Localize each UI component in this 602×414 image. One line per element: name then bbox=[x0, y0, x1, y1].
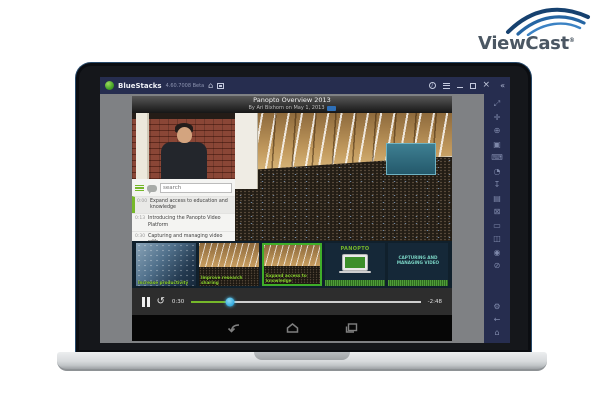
android-navbar bbox=[132, 315, 452, 341]
bluestacks-titlebar: BlueStacks 4.60.7008 Beta ⌂ i × « bbox=[100, 77, 510, 94]
grass-strip bbox=[325, 280, 385, 286]
laptop-graphic bbox=[339, 254, 371, 273]
chapter-row[interactable]: 0:30 Capturing and managing video with bbox=[132, 230, 235, 241]
settings-gear-icon[interactable]: ⚙ bbox=[493, 303, 500, 311]
bluestacks-sidebar: ⤢ ✛ ⊕ ▣ ⌨ ◔ ↧ ▤ ⊠ ▭ ◫ ◉ ⊘ ⚙ ← ⌂ bbox=[484, 94, 510, 343]
projection-screen bbox=[235, 113, 258, 189]
home-icon[interactable]: ⌂ bbox=[208, 81, 213, 90]
laptop-display: BlueStacks 4.60.7008 Beta ⌂ i × « Panopt… bbox=[100, 77, 510, 343]
chapter-row[interactable]: 0:00 Expand access to education and know… bbox=[132, 196, 235, 214]
thumbnail[interactable]: CAPTURING AND MANAGING VIDEO bbox=[388, 243, 448, 286]
thumbnail-selected[interactable]: Expand access to knowledge bbox=[262, 243, 322, 286]
keymap-icon[interactable]: ▤ bbox=[493, 194, 501, 203]
playback-bar: ↺ 0:30 -2:48 bbox=[132, 288, 452, 315]
panel-toolbar bbox=[132, 179, 235, 196]
main-slide-video[interactable] bbox=[235, 113, 452, 241]
bluestacks-app-name: BlueStacks bbox=[118, 81, 162, 90]
panopto-logo-text: PANOPTO bbox=[340, 246, 370, 252]
laptop-screen-bezel: BlueStacks 4.60.7008 Beta ⌂ i × « Panopt… bbox=[75, 62, 532, 353]
thumbnail-caption: Increase productivity bbox=[138, 279, 189, 285]
thumbnail[interactable]: Improve research sharing bbox=[199, 243, 259, 286]
chapter-label: Introducing the Panopto Video Platform bbox=[148, 216, 221, 228]
fullscreen-icon[interactable]: ⤢ bbox=[494, 100, 500, 108]
sidebar-bottom-group: ⚙ ← ⌂ bbox=[493, 303, 500, 337]
keyboard-icon[interactable]: ⌨ bbox=[491, 154, 503, 162]
pause-button[interactable] bbox=[142, 296, 150, 307]
close-button[interactable]: × bbox=[483, 81, 491, 90]
shake-icon[interactable]: ⊠ bbox=[494, 208, 501, 216]
seek-bar-fill bbox=[191, 300, 231, 303]
presenter-head bbox=[177, 127, 192, 143]
android-home-button[interactable] bbox=[285, 322, 300, 334]
left-column: 0:00 Expand access to education and know… bbox=[132, 113, 235, 241]
help-icon[interactable]: i bbox=[428, 82, 436, 89]
thumbnail[interactable]: Increase productivity bbox=[136, 243, 196, 286]
elapsed-time: 0:30 bbox=[171, 298, 185, 305]
window-controls: i × « bbox=[428, 81, 505, 90]
menu-icon[interactable] bbox=[442, 82, 450, 89]
presenter-doorframe bbox=[136, 113, 149, 179]
grass-strip bbox=[388, 280, 448, 286]
thumb-ceiling bbox=[199, 243, 259, 267]
zoom-icon[interactable]: ⊕ bbox=[494, 127, 501, 135]
presenter-video[interactable] bbox=[132, 113, 235, 179]
thumbnail-strip: Increase productivity Improve research s… bbox=[132, 241, 452, 288]
video-header: Panopto Overview 2013 By Ari Bixhorn on … bbox=[132, 96, 452, 113]
chapter-time: 0:00 bbox=[137, 199, 148, 204]
collapse-sidebar-icon[interactable]: « bbox=[500, 81, 505, 90]
minimize-button[interactable] bbox=[456, 86, 463, 89]
video-title: Panopto Overview 2013 bbox=[253, 96, 331, 104]
back-arrow-icon[interactable]: ← bbox=[494, 316, 501, 324]
bluestacks-version: 4.60.7008 Beta bbox=[165, 82, 205, 89]
remaining-time: -2:48 bbox=[427, 298, 442, 305]
record-icon[interactable]: ◉ bbox=[494, 248, 501, 257]
thumbnail-caption: Improve research sharing bbox=[201, 274, 243, 285]
maximize-button[interactable] bbox=[469, 82, 476, 89]
seek-bar[interactable] bbox=[191, 297, 421, 306]
presenter-torso bbox=[161, 142, 207, 179]
android-home-icon[interactable]: ⌂ bbox=[494, 329, 499, 337]
android-recents-button[interactable] bbox=[344, 322, 359, 334]
game-controls-icon[interactable]: ✛ bbox=[494, 113, 501, 122]
bluestacks-content-area: Panopto Overview 2013 By Ari Bixhorn on … bbox=[100, 94, 484, 343]
player-main-area: 0:00 Expand access to education and know… bbox=[132, 113, 452, 241]
viewcast-logo: ViewCast® bbox=[476, 4, 598, 56]
laptop-base bbox=[57, 352, 547, 371]
display-screen bbox=[386, 143, 436, 175]
thumb-ceiling bbox=[264, 245, 320, 267]
bluestacks-logo-icon bbox=[105, 81, 114, 90]
chapters-panel: 0:00 Expand access to education and know… bbox=[132, 179, 235, 241]
media-folder-icon[interactable]: ▭ bbox=[493, 221, 501, 230]
thumbnail-caption: Expand access to knowledge bbox=[266, 272, 307, 283]
multi-instance-icon[interactable] bbox=[217, 82, 225, 89]
block-ads-icon[interactable]: ⊘ bbox=[494, 262, 501, 270]
chapter-label: Capturing and managing video with bbox=[148, 233, 223, 241]
registered-mark: ® bbox=[568, 37, 575, 44]
chapter-time: 0:30 bbox=[135, 233, 146, 239]
chapter-label: Expand access to education and knowledge bbox=[150, 199, 228, 211]
viewcast-swoosh-icon bbox=[506, 7, 590, 36]
laptop-notch bbox=[254, 352, 350, 360]
video-subtitle: By Ari Bixhorn on May 1, 2013 bbox=[132, 105, 452, 111]
contents-list-icon[interactable] bbox=[135, 184, 144, 192]
seek-handle[interactable] bbox=[225, 297, 235, 306]
thumbnail[interactable]: PANOPTO bbox=[325, 243, 385, 286]
chapter-time: 0:13 bbox=[135, 216, 146, 222]
page: ViewCast® BlueStacks 4.60.7008 Beta ⌂ i … bbox=[0, 0, 602, 414]
replay-10-icon[interactable]: ↺ bbox=[157, 296, 165, 307]
screenshot-icon[interactable]: ▣ bbox=[493, 140, 501, 149]
search-input[interactable] bbox=[160, 183, 232, 193]
chapter-row[interactable]: 0:13 Introducing the Panopto Video Platf… bbox=[132, 213, 235, 230]
multi-instance-icon[interactable]: ◫ bbox=[493, 235, 501, 243]
clock-icon[interactable]: ◔ bbox=[494, 167, 501, 176]
panopto-app: Panopto Overview 2013 By Ari Bixhorn on … bbox=[132, 96, 452, 341]
comments-icon[interactable] bbox=[147, 184, 157, 194]
install-apk-icon[interactable]: ↧ bbox=[494, 181, 501, 189]
thumbnail-caption: CAPTURING AND MANAGING VIDEO bbox=[396, 255, 440, 266]
viewcast-wordmark: ViewCast® bbox=[478, 33, 575, 54]
subtitle-badge bbox=[326, 105, 336, 111]
android-back-button[interactable] bbox=[226, 322, 241, 334]
